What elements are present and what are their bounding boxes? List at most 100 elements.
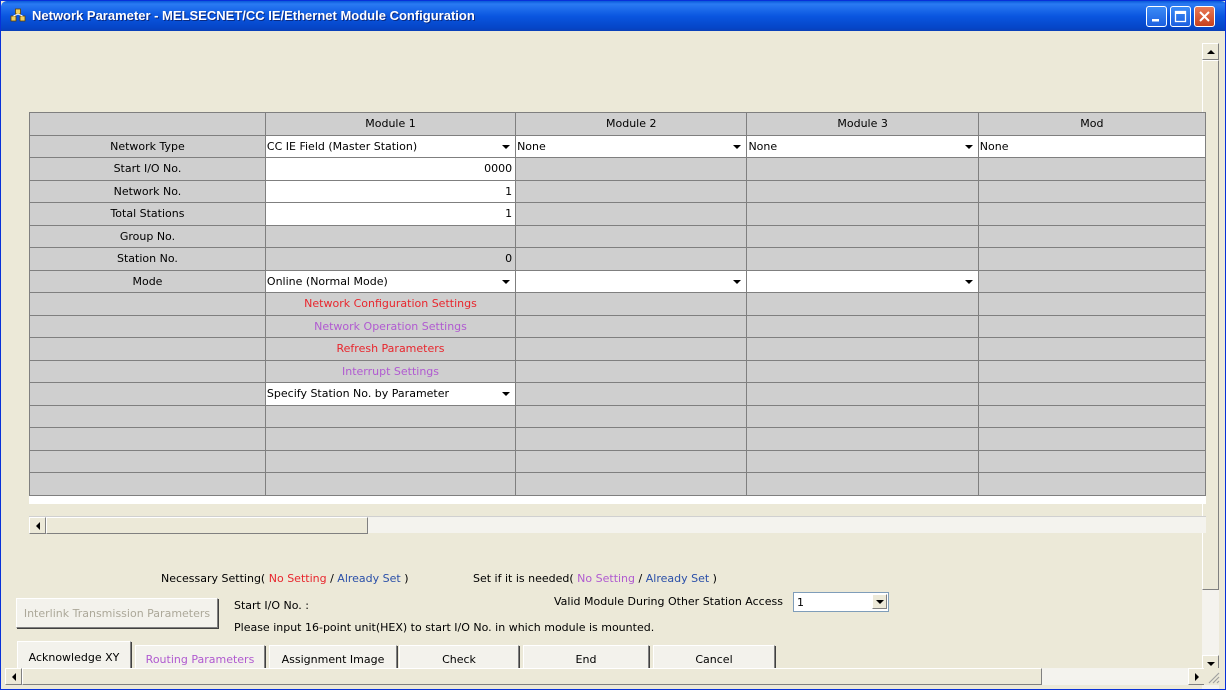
grid-scroll-thumb[interactable] — [46, 517, 368, 534]
cell-r14-c4 — [977, 427, 1206, 451]
grid-corner — [29, 112, 266, 136]
arrow-right-icon — [1195, 673, 1199, 681]
start-io-input-module-1[interactable]: 0000 — [264, 157, 517, 181]
chevron-down-icon — [733, 279, 742, 284]
station-no-cell-module-2 — [515, 247, 748, 271]
grid-horizontal-scrollbar[interactable] — [29, 516, 1206, 534]
start-io-cell-module-4 — [977, 157, 1206, 181]
legend-close-paren-2: ) — [712, 572, 717, 585]
window-scroll-thumb[interactable] — [22, 668, 1042, 685]
network-type-value-1: CC IE Field (Master Station) — [266, 139, 418, 153]
network-no-input-module-1[interactable]: 1 — [264, 179, 517, 203]
total-stations-cell-module-3 — [746, 202, 979, 226]
group-no-cell-module-4 — [977, 224, 1206, 248]
chevron-down-icon — [733, 144, 742, 149]
row-label-empty-8 — [29, 449, 266, 473]
module-configuration-grid: Module 1 Module 2 Module 3 Mod Network T… — [29, 112, 1206, 504]
cell-r10-c3 — [746, 337, 979, 361]
maximize-icon — [1174, 10, 1187, 23]
arrow-left-icon — [12, 673, 16, 681]
legend-slash-2: / — [638, 572, 643, 585]
row-label-empty-6 — [29, 404, 266, 428]
resize-grip-icon — [1208, 672, 1220, 684]
window-horizontal-scrollbar[interactable] — [5, 668, 1205, 685]
group-no-cell-module-1 — [264, 224, 517, 248]
cell-r16-c3 — [746, 472, 979, 496]
network-app-icon — [10, 8, 26, 22]
station-no-cell-module-3 — [746, 247, 979, 271]
network-parameter-window: Network Parameter - MELSECNET/CC IE/Ethe… — [0, 0, 1226, 690]
necessary-setting-label: Necessary Setting( — [161, 572, 266, 585]
network-no-cell-module-2 — [515, 179, 748, 203]
if-needed-no-setting: No Setting — [577, 572, 636, 585]
network-type-select-module-4[interactable]: None — [977, 134, 1206, 158]
grid-scroll-left-button[interactable] — [29, 517, 46, 534]
row-label-group-no: Group No. — [29, 224, 266, 248]
cell-r10-c2 — [515, 337, 748, 361]
total-stations-cell-module-4 — [977, 202, 1206, 226]
network-type-value-4: None — [979, 139, 1009, 153]
chevron-down-icon — [964, 279, 973, 284]
interlink-transmission-parameters-button[interactable]: Interlink Transmission Parameters — [16, 598, 218, 628]
minimize-button[interactable] — [1146, 6, 1167, 27]
network-no-cell-module-4 — [977, 179, 1206, 203]
client-area: Module 1 Module 2 Module 3 Mod Network T… — [5, 31, 1222, 689]
mode-select-module-3[interactable] — [746, 269, 979, 293]
network-type-value-3: None — [748, 139, 778, 153]
cell-r15-c4 — [977, 449, 1206, 473]
cell-r13-c2 — [515, 404, 748, 428]
necessary-no-setting: No Setting — [268, 572, 327, 585]
row-label-empty-7 — [29, 427, 266, 451]
cell-r14-c1 — [264, 427, 517, 451]
network-operation-settings-button[interactable]: Network Operation Settings — [264, 314, 517, 338]
cell-r16-c4 — [977, 472, 1206, 496]
close-icon — [1199, 11, 1210, 22]
mode-select-module-2[interactable] — [515, 269, 748, 293]
valid-module-select[interactable]: 1 — [793, 592, 889, 612]
window-scroll-left-button[interactable] — [5, 668, 22, 685]
if-needed-already-set: Already Set — [645, 572, 710, 585]
specify-station-value: Specify Station No. by Parameter — [266, 387, 450, 400]
necessary-setting-legend: Necessary Setting( No Setting / Already … — [161, 572, 409, 585]
cell-r16-c1 — [264, 472, 517, 496]
specify-station-select-module-1[interactable]: Specify Station No. by Parameter — [264, 382, 517, 406]
network-configuration-settings-button[interactable]: Network Configuration Settings — [264, 292, 517, 316]
if-needed-label: Set if it is needed( — [473, 572, 574, 585]
row-label-empty-2 — [29, 314, 266, 338]
valid-module-value: 1 — [797, 596, 804, 609]
network-type-select-module-2[interactable]: None — [515, 134, 748, 158]
network-type-select-module-3[interactable]: None — [746, 134, 979, 158]
cell-r16-c2 — [515, 472, 748, 496]
column-header-module-4: Mod — [977, 112, 1206, 136]
row-label-network-type: Network Type — [29, 134, 266, 158]
window-scroll-right-button[interactable] — [1188, 668, 1205, 685]
close-button[interactable] — [1194, 6, 1215, 27]
refresh-parameters-button[interactable]: Refresh Parameters — [264, 337, 517, 361]
maximize-button[interactable] — [1170, 6, 1191, 27]
resize-grip[interactable] — [1204, 668, 1221, 685]
total-stations-input-module-1[interactable]: 1 — [264, 202, 517, 226]
network-type-value-2: None — [517, 139, 546, 153]
network-no-cell-module-3 — [746, 179, 979, 203]
interrupt-settings-button[interactable]: Interrupt Settings — [264, 359, 517, 383]
window-title: Network Parameter - MELSECNET/CC IE/Ethe… — [32, 8, 475, 23]
cell-r13-c1 — [264, 404, 517, 428]
arrow-down-icon — [1207, 662, 1215, 666]
cell-r12-c3 — [746, 382, 979, 406]
row-label-station-no: Station No. — [29, 247, 266, 271]
cell-r9-c2 — [515, 314, 748, 338]
group-no-cell-module-3 — [746, 224, 979, 248]
cell-r11-c4 — [977, 359, 1206, 383]
valid-module-dropdown-button[interactable] — [872, 594, 887, 609]
cell-r9-c3 — [746, 314, 979, 338]
chevron-down-icon — [502, 392, 511, 396]
scroll-up-button[interactable] — [1202, 43, 1219, 60]
title-bar[interactable]: Network Parameter - MELSECNET/CC IE/Ethe… — [1, 1, 1225, 31]
mode-cell-module-4 — [977, 269, 1206, 293]
mode-select-module-1[interactable]: Online (Normal Mode) — [264, 269, 517, 293]
arrow-up-icon — [1207, 50, 1215, 54]
chevron-down-icon — [502, 144, 511, 149]
network-type-select-module-1[interactable]: CC IE Field (Master Station) — [264, 134, 517, 158]
row-label-start-io: Start I/O No. — [29, 157, 266, 181]
row-label-empty-9 — [29, 472, 266, 496]
